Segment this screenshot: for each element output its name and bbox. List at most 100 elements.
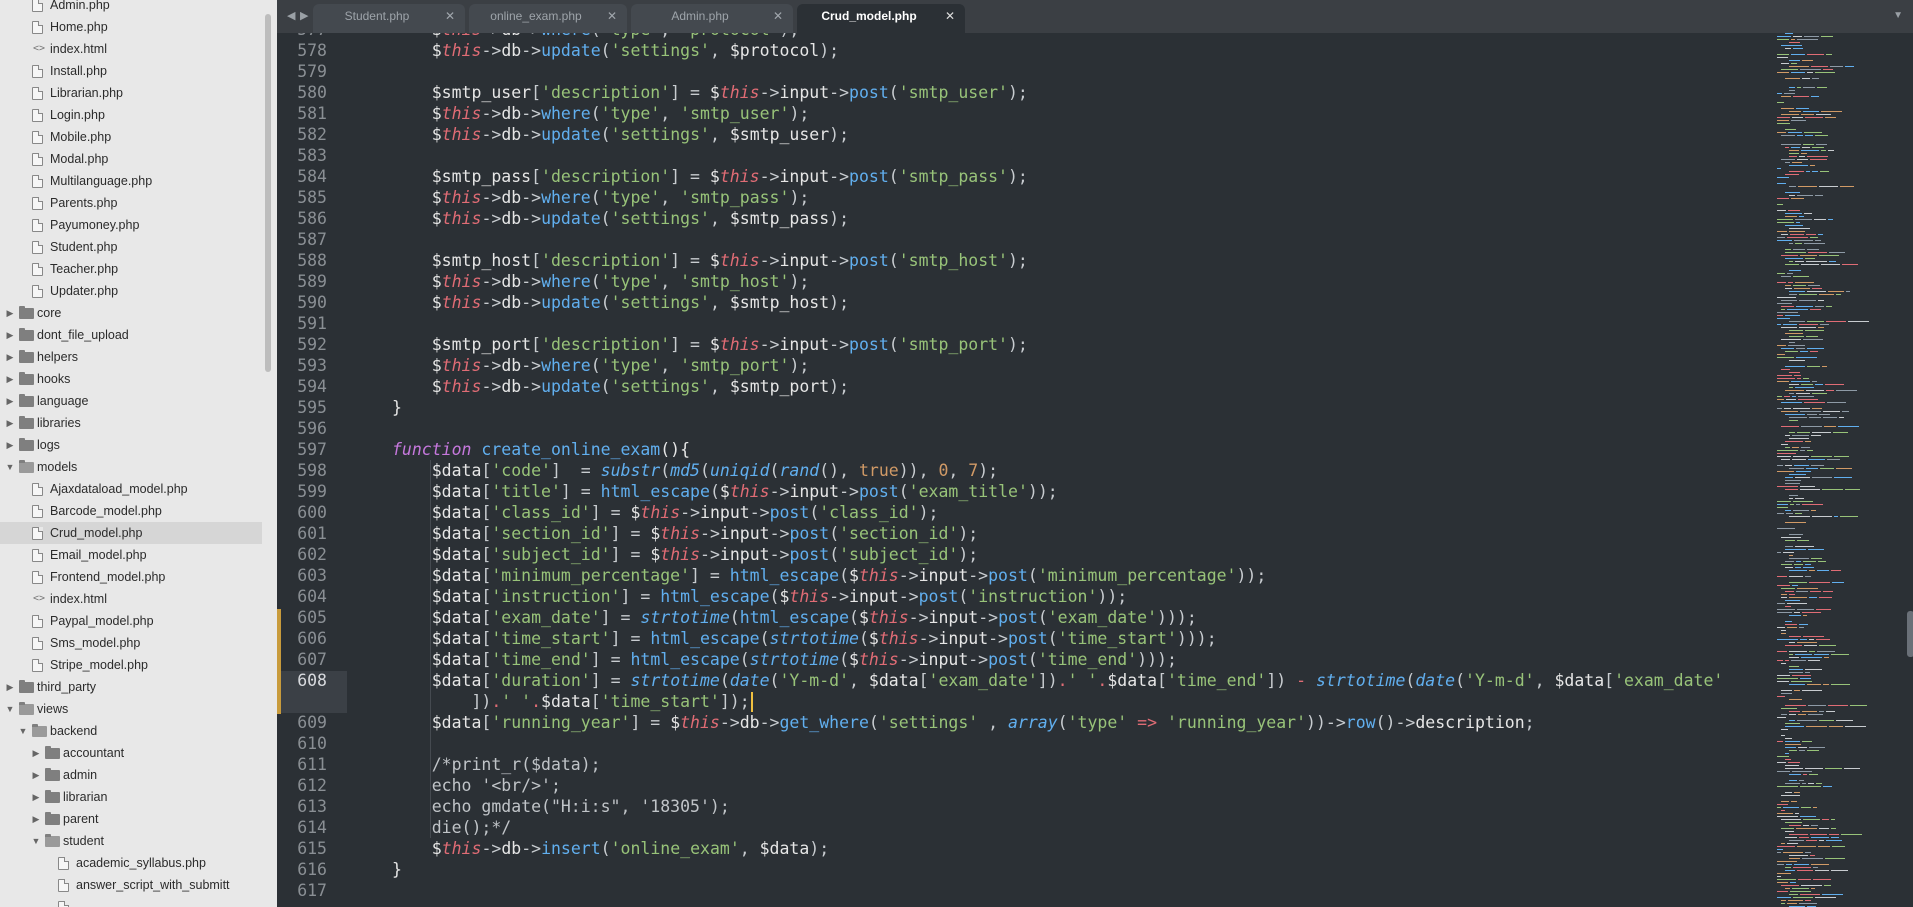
disclosure-closed-icon[interactable]: ▶	[5, 412, 15, 434]
disclosure-open-icon[interactable]: ▼	[5, 456, 15, 478]
tab-close-icon[interactable]: ✕	[607, 0, 617, 33]
tab-close-icon[interactable]: ✕	[945, 0, 955, 33]
code-line[interactable]: echo gmdate("H:i:s", '18305');	[392, 796, 730, 817]
sidebar-folder[interactable]: ▶ third_party	[0, 676, 262, 698]
code-line[interactable]: function create_online_exam(){	[392, 439, 690, 460]
code-line[interactable]: $data['title'] = html_escape($this->inpu…	[392, 481, 1058, 502]
tab-back-icon[interactable]: ◀	[287, 9, 295, 22]
sidebar-file[interactable]: Teacher.php	[0, 258, 262, 280]
tab-admin-php[interactable]: Admin.php ✕	[631, 0, 793, 33]
sidebar-file[interactable]: Crud_model.php	[0, 522, 262, 544]
sidebar-folder[interactable]: ▶ parent	[0, 808, 262, 830]
code-line[interactable]: $data['time_end'] = html_escape(strtotim…	[392, 649, 1177, 670]
code-line[interactable]: $this->db->where('type', 'smtp_user');	[392, 103, 810, 124]
sidebar-file[interactable]: Install.php	[0, 60, 262, 82]
sidebar-folder[interactable]: ▶ libraries	[0, 412, 262, 434]
code-line[interactable]: $data['class_id'] = $this->input->post('…	[392, 502, 939, 523]
sidebar-file[interactable]: Updater.php	[0, 280, 262, 302]
code-line[interactable]: ]).' '.$data['time_start']);	[392, 691, 749, 712]
code-line[interactable]: echo '<br/>';	[392, 775, 561, 796]
tab-student-php[interactable]: Student.php ✕	[313, 0, 465, 33]
sidebar-folder[interactable]: ▼ student	[0, 830, 262, 852]
code-line[interactable]: $this->db->where('type', 'protocol');	[392, 33, 800, 40]
file-sidebar[interactable]: Admin.php Home.php <> index.html Install.php…	[0, 0, 277, 907]
sidebar-file[interactable]: Sms_model.php	[0, 632, 262, 654]
disclosure-closed-icon[interactable]: ▶	[5, 676, 15, 698]
code-line[interactable]: $data['minimum_percentage'] = html_escap…	[392, 565, 1267, 586]
disclosure-closed-icon[interactable]: ▶	[5, 324, 15, 346]
sidebar-file[interactable]: Admin.php	[0, 0, 262, 16]
sidebar-scrollbar[interactable]	[265, 14, 271, 372]
sidebar-file[interactable]: academic_syllabus.php	[0, 852, 262, 874]
disclosure-closed-icon[interactable]: ▶	[5, 346, 15, 368]
sidebar-file[interactable]	[0, 896, 262, 907]
code-line[interactable]: $this->db->update('settings', $protocol)…	[392, 40, 839, 61]
disclosure-closed-icon[interactable]: ▶	[5, 434, 15, 456]
disclosure-open-icon[interactable]: ▼	[18, 720, 28, 742]
code-line[interactable]: $this->db->where('type', 'smtp_port');	[392, 355, 810, 376]
code-line[interactable]: $data['code'] = substr(md5(uniqid(rand()…	[392, 460, 998, 481]
sidebar-file[interactable]: Multilanguage.php	[0, 170, 262, 192]
sidebar-folder[interactable]: ▶ admin	[0, 764, 262, 786]
code-line[interactable]: $data['time_start'] = html_escape(strtot…	[392, 628, 1217, 649]
code-line[interactable]: $this->db->update('settings', $smtp_port…	[392, 376, 849, 397]
tab-crud-model-php[interactable]: Crud_model.php ✕	[797, 0, 965, 33]
disclosure-open-icon[interactable]: ▼	[31, 830, 41, 852]
disclosure-closed-icon[interactable]: ▶	[5, 390, 15, 412]
code-line[interactable]: $this->db->insert('online_exam', $data);	[392, 838, 829, 859]
tab-close-icon[interactable]: ✕	[773, 0, 783, 33]
sidebar-file[interactable]: Modal.php	[0, 148, 262, 170]
code-line[interactable]: $data['running_year'] = $this->db->get_w…	[392, 712, 1535, 733]
sidebar-file[interactable]: Student.php	[0, 236, 262, 258]
code-line[interactable]: die();*/	[392, 817, 511, 838]
code-line[interactable]: $data['exam_date'] = strtotime(html_esca…	[392, 607, 1197, 628]
sidebar-file[interactable]: Payumoney.php	[0, 214, 262, 236]
code-line[interactable]: $data['subject_id'] = $this->input->post…	[392, 544, 978, 565]
code-line[interactable]: $smtp_host['description'] = $this->input…	[392, 250, 1028, 271]
sidebar-file[interactable]: Home.php	[0, 16, 262, 38]
tab-close-icon[interactable]: ✕	[445, 0, 455, 33]
minimap[interactable]	[1767, 33, 1913, 907]
sidebar-folder[interactable]: ▼ models	[0, 456, 262, 478]
sidebar-folder[interactable]: ▶ logs	[0, 434, 262, 456]
sidebar-folder[interactable]: ▶ core	[0, 302, 262, 324]
sidebar-file[interactable]: Ajaxdataload_model.php	[0, 478, 262, 500]
sidebar-folder[interactable]: ▶ hooks	[0, 368, 262, 390]
code-line[interactable]: $data['section_id'] = $this->input->post…	[392, 523, 978, 544]
disclosure-closed-icon[interactable]: ▶	[31, 764, 41, 786]
code-line[interactable]: $data['instruction'] = html_escape($this…	[392, 586, 1127, 607]
sidebar-file[interactable]: Barcode_model.php	[0, 500, 262, 522]
sidebar-folder[interactable]: ▼ backend	[0, 720, 262, 742]
sidebar-file[interactable]: Mobile.php	[0, 126, 262, 148]
code-line[interactable]: $smtp_port['description'] = $this->input…	[392, 334, 1028, 355]
code-line[interactable]: /*print_r($data);	[392, 754, 601, 775]
sidebar-folder[interactable]: ▶ accountant	[0, 742, 262, 764]
sidebar-file[interactable]: Email_model.php	[0, 544, 262, 566]
disclosure-closed-icon[interactable]: ▶	[31, 742, 41, 764]
code-line[interactable]: }	[392, 859, 402, 880]
code-line[interactable]: $this->db->where('type', 'smtp_host');	[392, 271, 810, 292]
disclosure-open-icon[interactable]: ▼	[5, 698, 15, 720]
tab-list-dropdown-icon[interactable]: ▼	[1893, 10, 1903, 21]
tab-online-exam-php[interactable]: online_exam.php ✕	[469, 0, 627, 33]
sidebar-folder[interactable]: ▶ librarian	[0, 786, 262, 808]
sidebar-file[interactable]: Paypal_model.php	[0, 610, 262, 632]
disclosure-closed-icon[interactable]: ▶	[5, 302, 15, 324]
code-line[interactable]: $this->db->where('type', 'smtp_pass');	[392, 187, 810, 208]
sidebar-file[interactable]: Frontend_model.php	[0, 566, 262, 588]
tab-forward-icon[interactable]: ▶	[300, 9, 308, 22]
disclosure-closed-icon[interactable]: ▶	[5, 368, 15, 390]
sidebar-folder[interactable]: ▶ helpers	[0, 346, 262, 368]
code-editor[interactable]: 577578 579 580 581 582 583 584 585 586 587 588 589 5…	[277, 33, 1913, 907]
code-line[interactable]: $this->db->update('settings', $smtp_pass…	[392, 208, 849, 229]
code-line[interactable]: $this->db->update('settings', $smtp_user…	[392, 124, 849, 145]
disclosure-closed-icon[interactable]: ▶	[31, 808, 41, 830]
code-line[interactable]: $smtp_pass['description'] = $this->input…	[392, 166, 1028, 187]
sidebar-file[interactable]: Librarian.php	[0, 82, 262, 104]
code-line[interactable]: }	[392, 397, 402, 418]
sidebar-file[interactable]: Parents.php	[0, 192, 262, 214]
sidebar-file[interactable]: <> index.html	[0, 588, 262, 610]
code-line[interactable]: $this->db->update('settings', $smtp_host…	[392, 292, 849, 313]
sidebar-folder[interactable]: ▶ language	[0, 390, 262, 412]
minimap-scrollbar[interactable]	[1907, 611, 1913, 657]
